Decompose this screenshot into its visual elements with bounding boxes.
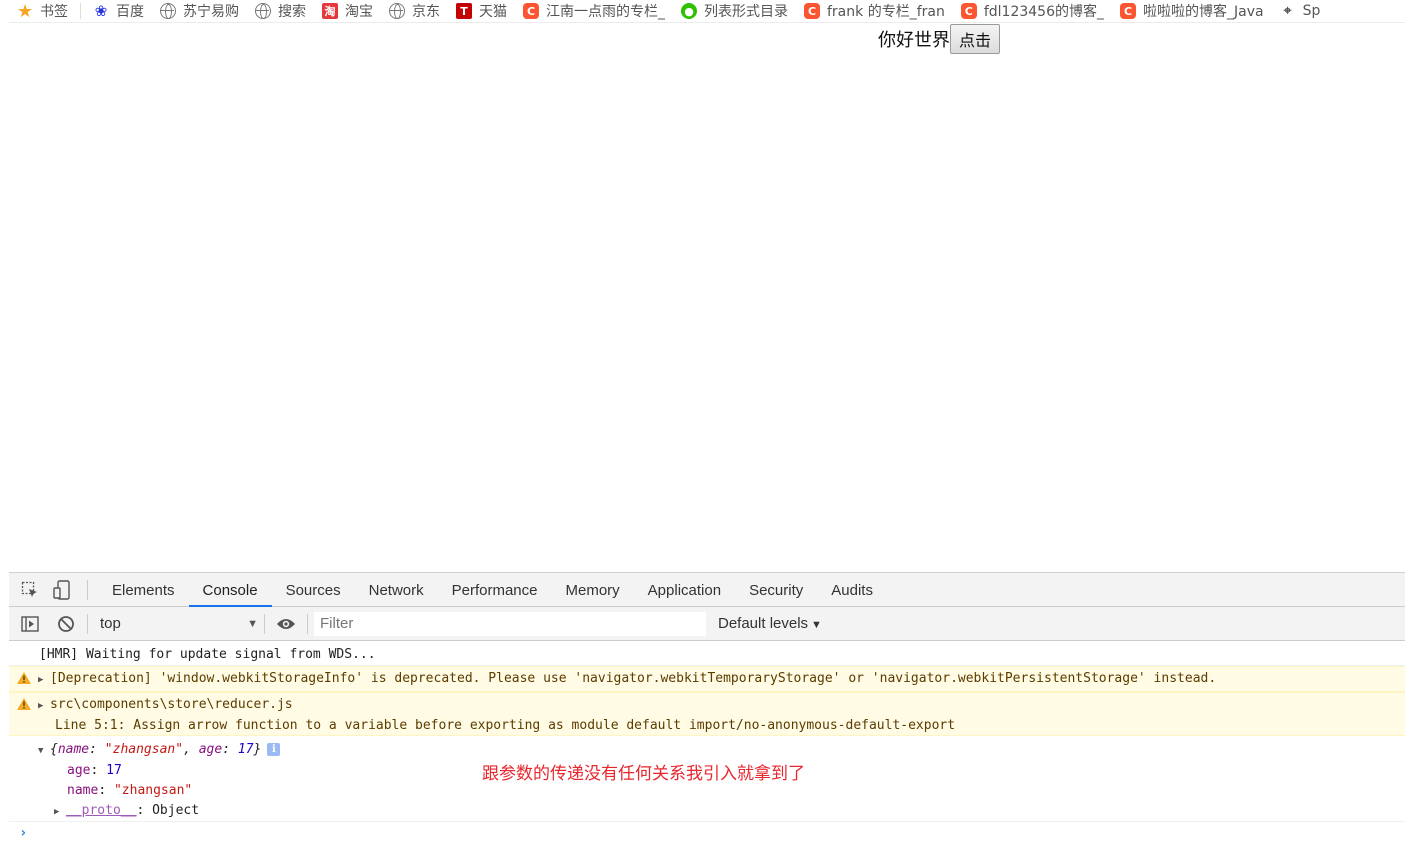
csdn-icon: C — [804, 3, 820, 19]
console-warning: ▶ src\components\store\reducer.js Line 5:… — [9, 692, 1405, 736]
bookmark-label: fdl123456的博客_ — [983, 4, 1104, 20]
devtools-panel: Elements Console Sources Network Performance… — [9, 572, 1405, 844]
device-toolbar-icon[interactable] — [51, 579, 73, 601]
tab-memory[interactable]: Memory — [552, 573, 634, 607]
globe-icon — [255, 3, 271, 19]
csdn-icon: C — [1120, 3, 1136, 19]
bookmark-item[interactable]: 京东 — [381, 0, 448, 22]
hello-text: 你好世界 — [878, 30, 950, 51]
console-toolbar: top ▼ Default levels▼ — [9, 607, 1405, 641]
tabbar-divider — [87, 579, 88, 600]
tmall-icon: T — [456, 3, 472, 19]
message-text: [HMR] Waiting for update signal from WDS… — [39, 647, 376, 662]
expand-triangle-icon[interactable]: ▶ — [38, 696, 50, 716]
expand-triangle-icon[interactable]: ▶ — [54, 802, 66, 822]
chevron-down-icon: ▼ — [247, 617, 258, 630]
bookmark-label: 搜索 — [278, 4, 306, 20]
bookmark-label: 列表形式目录 — [704, 4, 788, 20]
lint-file: src\components\store\reducer.js — [50, 697, 293, 712]
bookmarks-bar: ★ 书签 ❀ 百度 苏宁易购 搜索淘淘宝 京东 T 天猫 C 江南一点雨的专栏_ ● 列表形式目录 Cfr… — [9, 0, 1405, 23]
tab-application[interactable]: Application — [634, 573, 735, 607]
wechat-icon: ● — [681, 3, 697, 19]
bookmark-item[interactable]: T 天猫 — [448, 0, 515, 22]
csdn-icon: C — [523, 3, 539, 19]
tab-sources[interactable]: Sources — [272, 573, 355, 607]
console-message: [HMR] Waiting for update signal from WDS… — [9, 641, 1405, 666]
bookmark-item[interactable]: 搜索 — [247, 0, 314, 22]
bookmark-item[interactable]: Cfrank 的专栏_fran — [796, 0, 953, 22]
bookmark-label: 天猫 — [479, 4, 507, 20]
spring-icon: ⌖ — [1283, 3, 1292, 19]
bookmark-item[interactable]: 淘淘宝 — [314, 0, 381, 22]
bookmark-item[interactable]: ● 列表形式目录 — [673, 0, 796, 22]
taobao-icon: 淘 — [322, 3, 338, 19]
bookmark-label: 书签 — [40, 4, 68, 20]
inspect-element-icon[interactable] — [19, 579, 41, 601]
annotation-note: 跟参数的传递没有任何关系我引入就拿到了 — [482, 764, 805, 784]
warning-icon — [17, 672, 31, 684]
info-icon[interactable]: i — [267, 743, 281, 756]
warning-icon — [17, 698, 31, 710]
tab-audits[interactable]: Audits — [817, 573, 887, 607]
object-property: name: "zhangsan" — [67, 783, 193, 798]
bookmark-label: 百度 — [116, 4, 144, 20]
bookmark-label: frank 的专栏_fran — [827, 4, 945, 20]
tab-security[interactable]: Security — [735, 573, 817, 607]
bookmark-label: 苏宁易购 — [183, 4, 239, 20]
expand-triangle-icon[interactable]: ▶ — [38, 670, 50, 690]
bookmark-label: 京东 — [412, 4, 440, 20]
bookmark-label: 淘宝 — [345, 4, 373, 20]
log-levels-dropdown[interactable]: Default levels ▼ — [718, 615, 822, 632]
filter-input[interactable] — [314, 611, 706, 636]
tab-elements[interactable]: Elements — [98, 573, 189, 607]
bookmark-item[interactable]: C 江南一点雨的专栏_ — [515, 0, 673, 22]
bookmark-label: 啦啦啦的博客_Java — [1143, 4, 1264, 20]
collapse-triangle-icon[interactable]: ▼ — [38, 741, 50, 761]
toolbar-divider — [307, 613, 308, 634]
baidu-icon: ❀ — [94, 2, 108, 20]
devtools-tabbar: Elements Console Sources Network Performance… — [9, 573, 1405, 607]
csdn-icon: C — [960, 3, 977, 19]
click-button[interactable]: 点击 — [950, 24, 1001, 54]
bookmark-item[interactable]: ⌖ Sp — [1272, 0, 1329, 22]
devtools-tabs: Elements Console Sources Network Performance… — [98, 573, 887, 607]
console-prompt[interactable]: › — [19, 825, 27, 841]
bookmark-item[interactable]: ★ 书签 — [9, 0, 76, 22]
tab-network[interactable]: Network — [355, 573, 438, 607]
toolbar-divider — [264, 613, 265, 634]
eye-icon[interactable] — [275, 613, 297, 635]
bookmark-label: Sp — [1302, 3, 1321, 19]
levels-label: Default levels — [718, 615, 809, 632]
globe-icon — [160, 3, 176, 19]
star-icon: ★ — [16, 0, 34, 22]
message-text: [Deprecation] 'window.webkitStorageInfo'… — [50, 671, 1217, 686]
tab-performance[interactable]: Performance — [438, 573, 552, 607]
page-content: 你好世界 点击 — [878, 24, 1001, 54]
tab-console[interactable]: Console — [188, 573, 272, 607]
context-selector[interactable]: top ▼ — [94, 611, 264, 637]
bookmark-label: 江南一点雨的专栏_ — [546, 4, 665, 20]
clear-console-icon[interactable] — [55, 613, 77, 635]
object-property[interactable]: ▶ __proto__: Object — [39, 801, 1405, 822]
toolbar-divider — [87, 613, 88, 634]
bookmark-item[interactable]: 苏宁易购 — [152, 0, 247, 22]
bookmark-item[interactable]: ❀ 百度 — [85, 0, 152, 22]
bookmark-item[interactable]: C 啦啦啦的博客_Java — [1112, 0, 1272, 22]
bookmark-item[interactable]: Cfdl123456的博客_ — [953, 0, 1112, 22]
context-label: top — [100, 615, 121, 632]
lint-detail: Line 5:1: Assign arrow function to a var… — [55, 718, 956, 733]
globe-icon — [389, 3, 405, 19]
chevron-down-icon: ▼ — [811, 619, 822, 631]
bookmark-divider — [80, 3, 81, 19]
console-output: [HMR] Waiting for update signal from WDS… — [9, 641, 1405, 841]
console-warning: ▶ [Deprecation] 'window.webkitStorageInfo… — [9, 666, 1405, 692]
object-summary[interactable]: ▼ {name: "zhangsan", age: 17} i — [38, 740, 1405, 761]
show-sidebar-icon[interactable] — [19, 613, 41, 635]
